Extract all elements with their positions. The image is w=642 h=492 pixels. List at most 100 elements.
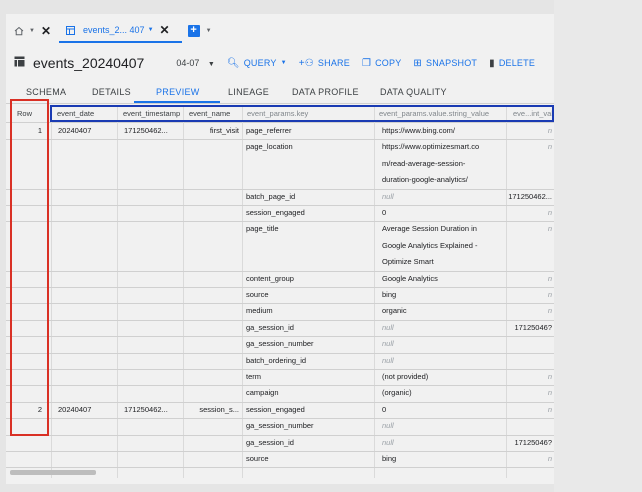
param-string-cell: duration-google-analytics/ xyxy=(382,175,468,185)
param-key-cell: page_referrer xyxy=(246,126,292,135)
param-key-cell: page_title xyxy=(246,224,279,234)
param-key-cell: content_group xyxy=(246,273,294,283)
param-string-cell: organic xyxy=(382,306,407,316)
person-add-icon: +⚇ xyxy=(298,57,314,69)
event-name-cell: first_visit xyxy=(209,126,239,135)
background-area xyxy=(554,0,642,492)
header-highlight xyxy=(50,105,554,122)
plus-icon[interactable]: + xyxy=(187,25,200,37)
param-int-cell: n xyxy=(547,404,552,414)
param-key-cell: term xyxy=(246,372,261,381)
param-string-cell: Optimize Smart xyxy=(382,257,434,267)
param-key-cell: ga_session_number xyxy=(246,339,314,349)
query-button[interactable]: 🔍︎ QUERY ▼ xyxy=(227,58,287,69)
table-icon xyxy=(14,54,25,72)
tab-lineage[interactable]: LINEAGE xyxy=(228,87,269,97)
param-string-cell: https://www.optimizesmart.co xyxy=(382,142,480,152)
param-int-cell: 171250462... xyxy=(508,191,552,201)
column-divider xyxy=(374,106,375,478)
search-icon: 🔍︎ xyxy=(226,57,240,69)
app-frame: ▼ ✕ events_2... 407 ▼ ✕ + ▼ events_20240… xyxy=(0,0,642,492)
table-header: events_20240407 04-07 ▼ 🔍︎ QUERY ▼ +⚇ SHARE… xyxy=(6,50,554,76)
param-key-cell: session_engaged xyxy=(246,208,305,217)
param-key-cell: source xyxy=(246,454,269,463)
param-key-cell: ga_session_id xyxy=(246,322,294,332)
param-string-cell: bing xyxy=(382,454,397,463)
param-string-cell: bing xyxy=(382,290,397,299)
param-int-cell xyxy=(508,353,552,369)
copy-icon: ❐ xyxy=(361,57,372,69)
param-string-cell: null xyxy=(382,437,394,447)
tab-details[interactable]: DETAILS xyxy=(92,87,131,97)
param-key-cell: medium xyxy=(246,306,273,316)
param-key-cell: ga_session_id xyxy=(246,437,294,447)
close-tab-icon[interactable]: ✕ xyxy=(160,23,170,37)
copy-button[interactable]: ❐ COPY xyxy=(362,58,401,69)
row-column-highlight xyxy=(10,99,49,436)
page-title: events_20240407 xyxy=(33,55,145,71)
home-menu-caret-icon[interactable]: ▼ xyxy=(29,28,35,34)
param-string-cell: null xyxy=(382,322,394,332)
close-tab-icon[interactable]: ✕ xyxy=(41,24,51,38)
param-int-cell: 17125046? xyxy=(514,437,552,447)
param-key-cell: ga_session_number xyxy=(246,421,314,431)
param-key-cell: batch_ordering_id xyxy=(246,355,307,365)
param-string-cell: null xyxy=(382,355,394,365)
tab-events-table[interactable]: events_2... 407 ▼ ✕ xyxy=(59,19,182,43)
snapshot-icon: ⊞ xyxy=(413,57,423,69)
param-key-cell: source xyxy=(246,290,269,299)
param-string-cell: (not provided) xyxy=(382,372,429,381)
tab-preview[interactable]: PREVIEW xyxy=(156,87,200,97)
param-int-cell: n xyxy=(547,388,552,398)
param-int-cell: n xyxy=(547,454,552,463)
param-string-cell: null xyxy=(382,421,394,431)
column-divider xyxy=(506,106,507,478)
event-timestamp-cell: 171250462... xyxy=(124,126,168,135)
row-divider xyxy=(6,467,554,469)
param-string-cell: m/read-average-session- xyxy=(382,158,466,168)
param-string-cell: https://www.bing.com/ xyxy=(382,126,455,135)
param-int-cell: 17125046? xyxy=(514,322,552,332)
column-divider xyxy=(117,106,118,478)
tab-bar: ▼ ✕ events_2... 407 ▼ ✕ + ▼ xyxy=(6,14,554,48)
param-string-cell: 0 xyxy=(382,404,387,414)
delete-button[interactable]: ▮ DELETE xyxy=(489,58,535,69)
param-int-cell: n xyxy=(547,126,552,135)
column-divider xyxy=(183,106,184,478)
param-string-cell: null xyxy=(382,339,394,349)
snapshot-button[interactable]: ⊞ SNAPSHOT xyxy=(413,58,477,69)
param-int-cell: n xyxy=(547,273,552,283)
add-tab-caret-icon[interactable]: ▼ xyxy=(206,28,212,34)
param-string-cell: Average Session Duration in xyxy=(382,224,477,234)
param-key-cell: session_engaged xyxy=(246,404,305,414)
horizontal-scrollbar[interactable] xyxy=(10,470,96,475)
param-string-cell: 0 xyxy=(382,208,387,217)
divider xyxy=(6,103,554,104)
param-int-cell xyxy=(508,336,552,352)
tab-data-quality[interactable]: DATA QUALITY xyxy=(380,87,447,97)
param-int-cell: n xyxy=(547,224,552,234)
event-date-cell: 20240407 xyxy=(58,404,92,414)
column-divider xyxy=(51,106,52,478)
param-int-cell: n xyxy=(547,290,552,299)
chevron-down-icon: ▼ xyxy=(207,61,215,68)
tab-label: events_2... 407 xyxy=(83,25,145,35)
tab-schema[interactable]: SCHEMA xyxy=(26,87,66,97)
column-divider xyxy=(242,106,243,478)
param-int-cell: n xyxy=(547,372,552,381)
date-select[interactable]: 04-07 ▼ xyxy=(176,58,214,68)
param-key-cell: campaign xyxy=(246,388,279,398)
event-name-cell: session_s... xyxy=(199,404,239,414)
trash-icon: ▮ xyxy=(489,57,495,69)
home-icon[interactable] xyxy=(12,24,26,38)
param-string-cell: Google Analytics xyxy=(382,273,438,283)
param-int-cell: n xyxy=(547,142,552,152)
bigquery-panel: ▼ ✕ events_2... 407 ▼ ✕ + ▼ events_20240… xyxy=(6,14,554,484)
share-button[interactable]: +⚇ SHARE xyxy=(299,58,350,69)
table-icon xyxy=(63,23,77,37)
event-timestamp-cell: 171250462... xyxy=(124,404,168,414)
param-string-cell: (organic) xyxy=(382,388,412,398)
event-date-cell: 20240407 xyxy=(58,126,92,135)
tab-data-profile[interactable]: DATA PROFILE xyxy=(292,87,359,97)
tab-menu-caret-icon[interactable]: ▼ xyxy=(148,27,154,33)
